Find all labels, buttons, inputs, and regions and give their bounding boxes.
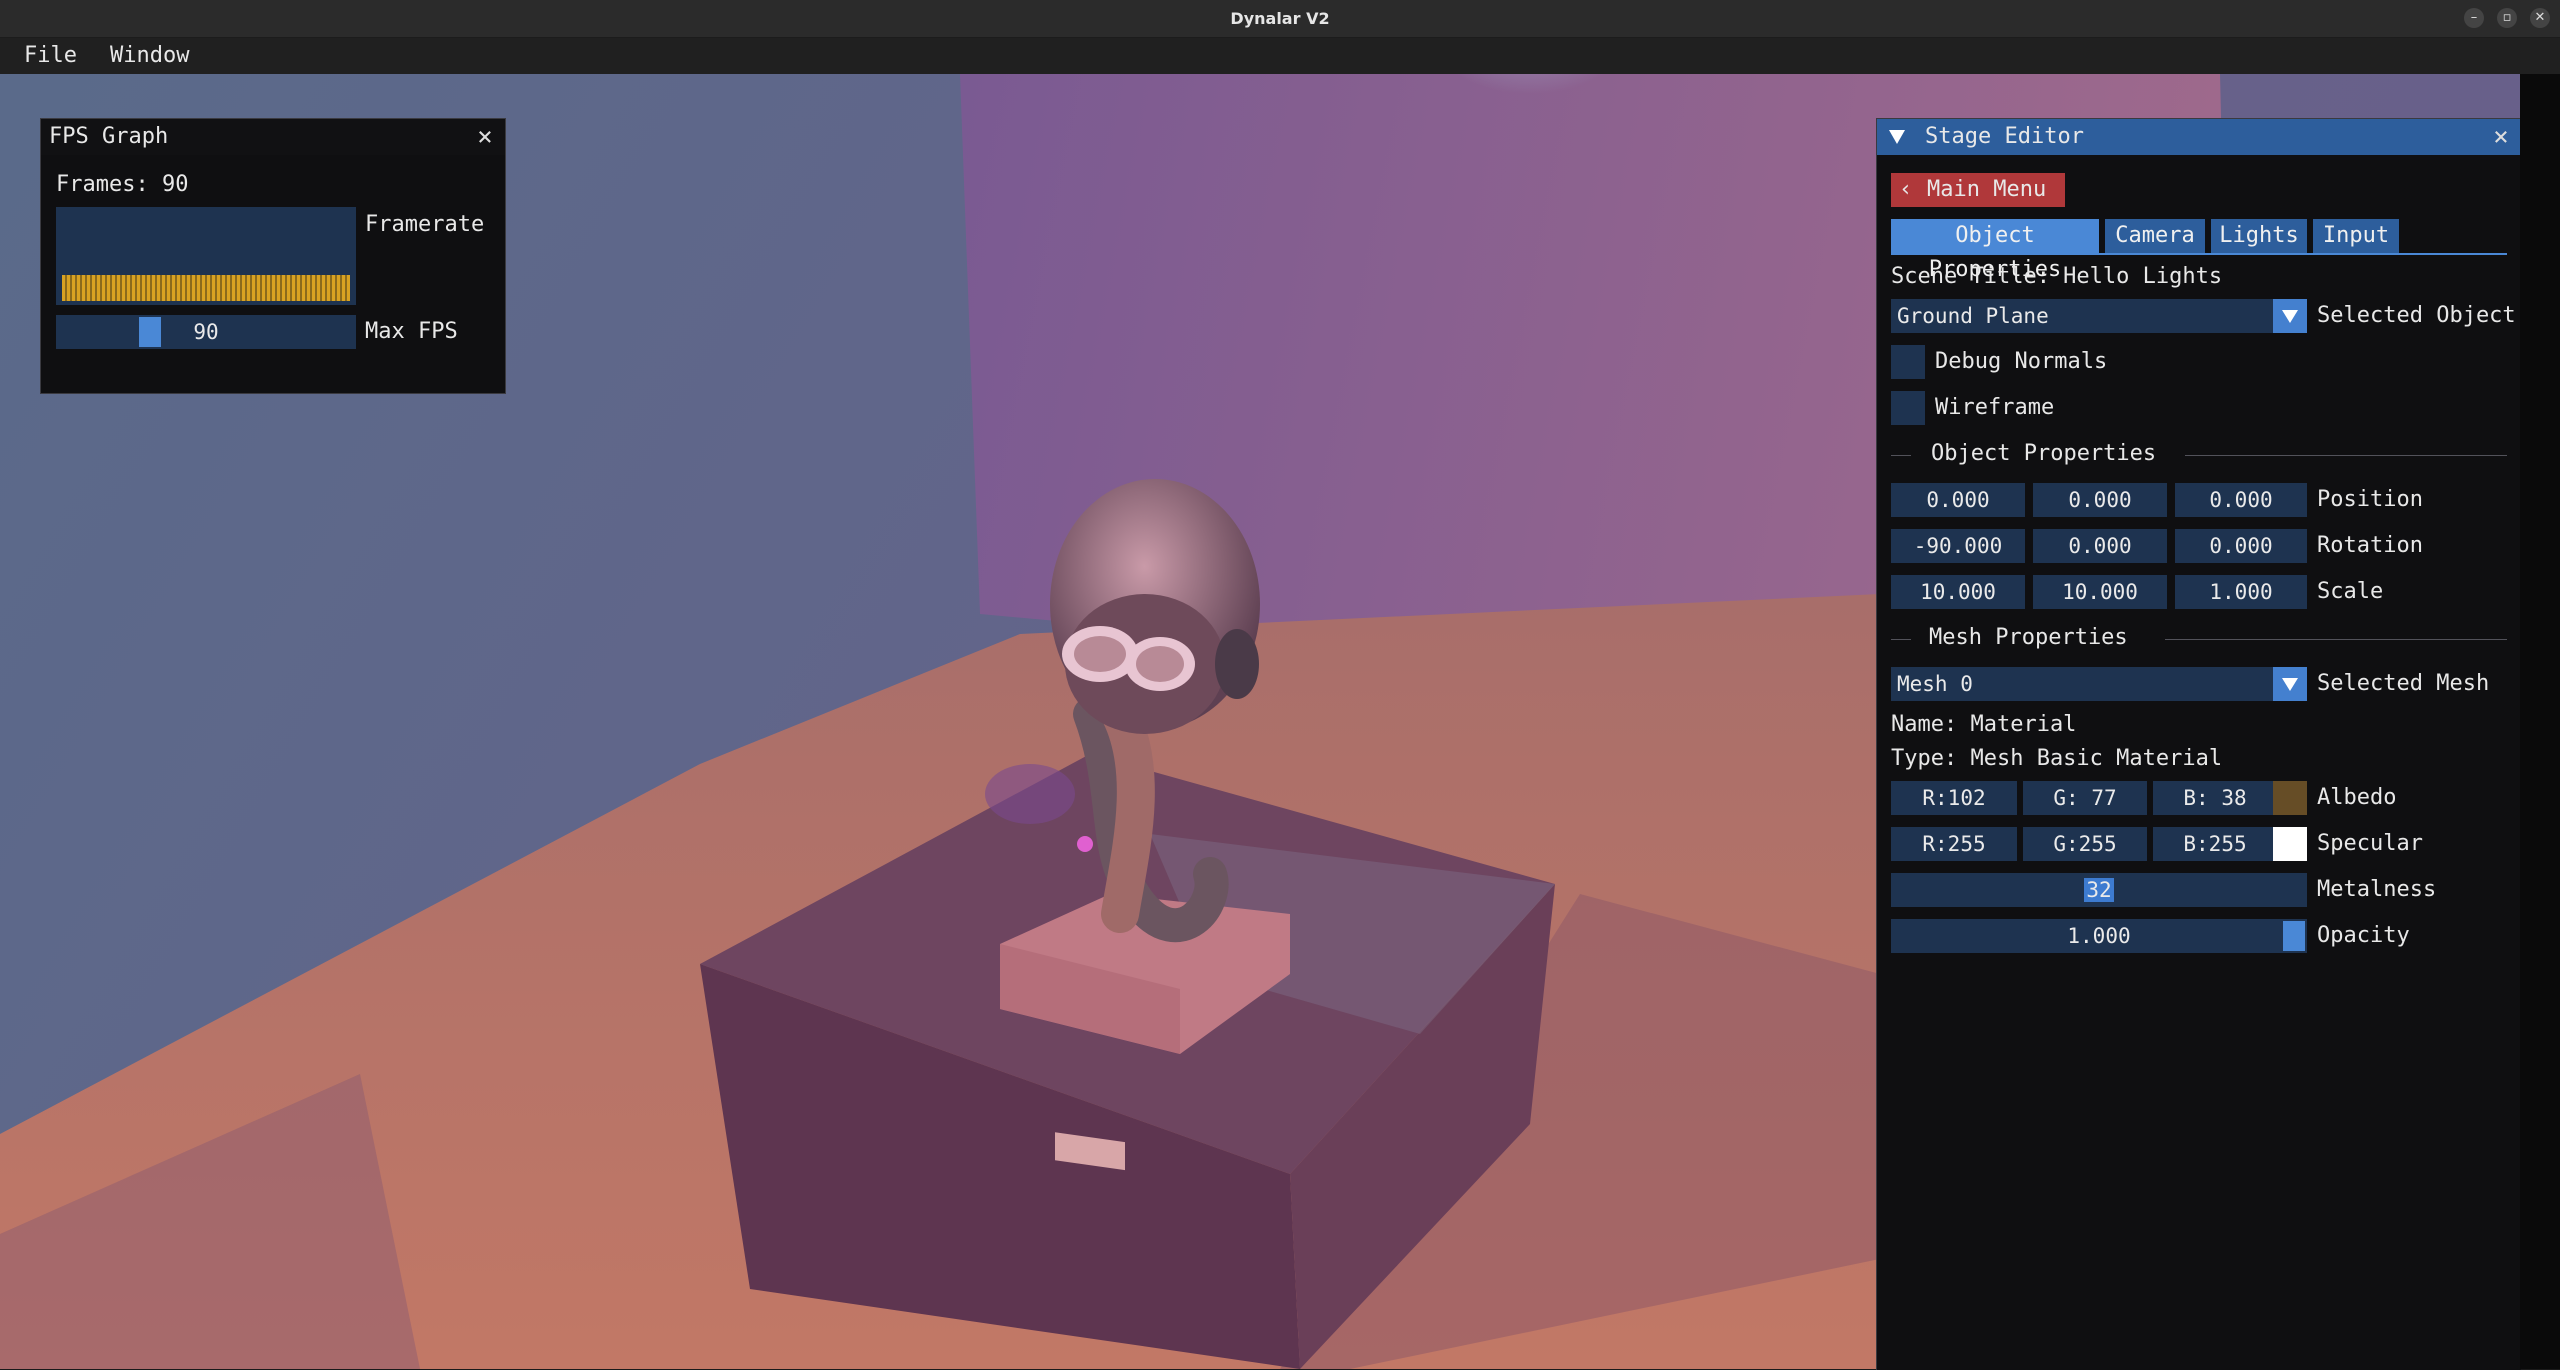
rotation-z-field[interactable]: 0.000 bbox=[2175, 529, 2307, 563]
fps-graph-title: FPS Graph bbox=[49, 124, 169, 149]
separator-line bbox=[2185, 455, 2507, 456]
rotation-x-field[interactable]: -90.000 bbox=[1891, 529, 2025, 563]
selected-object-combo[interactable]: Ground Plane bbox=[1891, 299, 2307, 333]
window-titlebar: Dynalar V2 – ▫ ✕ bbox=[0, 0, 2560, 38]
scale-z-field[interactable]: 1.000 bbox=[2175, 575, 2307, 609]
window-title: Dynalar V2 bbox=[1230, 9, 1330, 28]
debug-normals-label: Debug Normals bbox=[1935, 349, 2108, 374]
opacity-slider[interactable]: 1.000 bbox=[1891, 919, 2307, 953]
albedo-g-field[interactable]: G: 77 bbox=[2023, 781, 2147, 815]
menu-bar: File Window bbox=[0, 38, 2560, 74]
specular-color-swatch[interactable] bbox=[2273, 827, 2307, 861]
opacity-label: Opacity bbox=[2317, 923, 2410, 948]
tab-lights[interactable]: Lights bbox=[2211, 219, 2307, 253]
maximize-button[interactable]: ▫ bbox=[2497, 8, 2517, 28]
specular-b-field[interactable]: B:255 bbox=[2153, 827, 2277, 861]
fps-graph-titlebar[interactable]: FPS Graph × bbox=[41, 119, 505, 155]
max-fps-slider-grab[interactable] bbox=[139, 317, 161, 347]
max-fps-label: Max FPS bbox=[365, 319, 458, 344]
object-properties-header: Object Properties bbox=[1931, 441, 2157, 466]
scale-label: Scale bbox=[2317, 579, 2384, 604]
wireframe-checkbox[interactable] bbox=[1891, 391, 1925, 425]
separator-line bbox=[1891, 639, 1911, 640]
framerate-bars bbox=[62, 275, 350, 301]
stage-editor-titlebar[interactable]: Stage Editor × bbox=[1877, 119, 2521, 155]
selected-mesh-label: Selected Mesh bbox=[2317, 671, 2490, 696]
collapse-triangle-icon[interactable] bbox=[1889, 130, 1905, 144]
opacity-slider-grab[interactable] bbox=[2283, 921, 2305, 951]
tab-object-properties[interactable]: Object Properties bbox=[1891, 219, 2099, 282]
tab-input[interactable]: Input bbox=[2313, 219, 2399, 253]
chevron-down-icon[interactable] bbox=[2273, 667, 2307, 701]
debug-normals-checkbox[interactable] bbox=[1891, 345, 1925, 379]
scene-title: Scene Title: Hello Lights bbox=[1891, 264, 2223, 289]
chevron-down-icon[interactable] bbox=[2273, 299, 2307, 333]
separator-line bbox=[1891, 455, 1911, 456]
tab-camera[interactable]: Camera bbox=[2105, 219, 2205, 253]
max-fps-value: 90 bbox=[193, 320, 219, 344]
position-y-field[interactable]: 0.000 bbox=[2033, 483, 2167, 517]
scale-y-field[interactable]: 10.000 bbox=[2033, 575, 2167, 609]
tab-underline bbox=[1891, 253, 2507, 255]
chevron-left-icon: ‹ bbox=[1899, 177, 1913, 202]
selected-object-label: Selected Object bbox=[2317, 303, 2516, 328]
menu-file[interactable]: File bbox=[24, 38, 77, 74]
menu-window[interactable]: Window bbox=[110, 38, 189, 74]
selected-mesh-combo[interactable]: Mesh 0 bbox=[1891, 667, 2307, 701]
position-label: Position bbox=[2317, 487, 2423, 512]
fps-graph-window: FPS Graph × Frames: 90 Framerate 90 Max … bbox=[40, 118, 506, 394]
wireframe-label: Wireframe bbox=[1935, 395, 2055, 420]
metalness-field[interactable]: 32 bbox=[1891, 873, 2307, 907]
albedo-label: Albedo bbox=[2317, 785, 2397, 810]
max-fps-slider[interactable]: 90 bbox=[56, 315, 356, 349]
close-icon[interactable]: × bbox=[2483, 119, 2519, 155]
position-z-field[interactable]: 0.000 bbox=[2175, 483, 2307, 517]
stage-editor-window: Stage Editor × ‹ Main Menu Object Proper… bbox=[1876, 118, 2521, 1370]
metalness-value: 32 bbox=[2084, 878, 2114, 902]
rotation-label: Rotation bbox=[2317, 533, 2423, 558]
close-window-button[interactable]: ✕ bbox=[2530, 8, 2550, 28]
framerate-graph bbox=[56, 207, 356, 305]
separator-line bbox=[2165, 639, 2507, 640]
frames-count: Frames: 90 bbox=[56, 172, 189, 197]
main-menu-button[interactable]: ‹ Main Menu bbox=[1891, 173, 2065, 207]
minimize-button[interactable]: – bbox=[2464, 8, 2484, 28]
scale-x-field[interactable]: 10.000 bbox=[1891, 575, 2025, 609]
close-icon[interactable]: × bbox=[467, 119, 503, 155]
specular-label: Specular bbox=[2317, 831, 2423, 856]
stage-editor-title: Stage Editor bbox=[1925, 124, 2084, 149]
albedo-r-field[interactable]: R:102 bbox=[1891, 781, 2017, 815]
mesh-type: Type: Mesh Basic Material bbox=[1891, 746, 2223, 771]
rotation-y-field[interactable]: 0.000 bbox=[2033, 529, 2167, 563]
position-x-field[interactable]: 0.000 bbox=[1891, 483, 2025, 517]
viewport-edge bbox=[2520, 74, 2560, 1369]
specular-r-field[interactable]: R:255 bbox=[1891, 827, 2017, 861]
albedo-color-swatch[interactable] bbox=[2273, 781, 2307, 815]
specular-g-field[interactable]: G:255 bbox=[2023, 827, 2147, 861]
opacity-value: 1.000 bbox=[2067, 924, 2131, 948]
framerate-label: Framerate bbox=[365, 212, 485, 237]
mesh-properties-header: Mesh Properties bbox=[1929, 625, 2128, 650]
metalness-label: Metalness bbox=[2317, 877, 2437, 902]
albedo-b-field[interactable]: B: 38 bbox=[2153, 781, 2277, 815]
mesh-name: Name: Material bbox=[1891, 712, 2077, 737]
